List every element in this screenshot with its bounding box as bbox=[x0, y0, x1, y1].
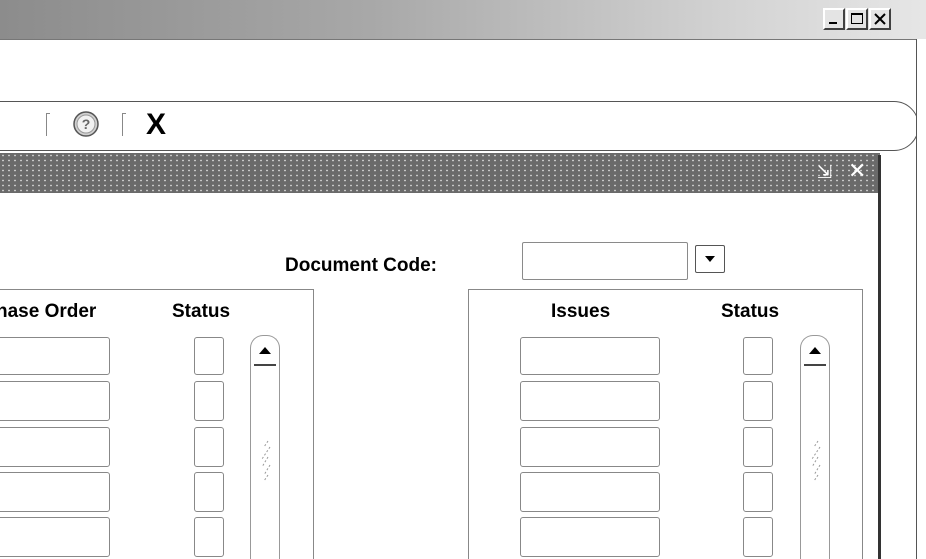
status-field-left[interactable] bbox=[194, 337, 224, 375]
purchase-order-field[interactable] bbox=[0, 427, 110, 467]
status-header-right: Status bbox=[721, 301, 780, 322]
status-field-left[interactable] bbox=[194, 472, 224, 512]
form-header bbox=[0, 153, 880, 193]
issues-field[interactable] bbox=[520, 472, 660, 512]
issues-field[interactable] bbox=[520, 381, 660, 421]
document-code-input[interactable] bbox=[522, 242, 688, 280]
toolbar-separator bbox=[46, 113, 50, 136]
status-field-right[interactable] bbox=[743, 517, 773, 557]
dropdown-arrow-icon bbox=[705, 256, 715, 262]
purchase-order-field[interactable] bbox=[0, 381, 110, 421]
issues-field[interactable] bbox=[520, 427, 660, 467]
issues-header: Issues bbox=[551, 301, 611, 322]
exit-button[interactable]: X bbox=[146, 107, 166, 143]
minimize-icon bbox=[829, 22, 837, 24]
document-code-label: Document Code: bbox=[285, 255, 437, 276]
purchase-order-field[interactable] bbox=[0, 517, 110, 557]
form-minimize-icon[interactable]: ⇲ bbox=[817, 160, 832, 184]
toolbar-separator bbox=[122, 113, 126, 136]
document-code-dropdown-button[interactable] bbox=[695, 245, 725, 273]
toolbar bbox=[0, 101, 919, 151]
status-field-right[interactable] bbox=[743, 472, 773, 512]
minimize-button[interactable] bbox=[823, 8, 845, 30]
close-icon bbox=[874, 13, 886, 25]
scroll-grip-icon bbox=[811, 440, 821, 482]
help-icon: ? bbox=[73, 111, 99, 137]
status-field-right[interactable] bbox=[743, 381, 773, 421]
scroll-grip-icon bbox=[261, 440, 271, 482]
status-field-left[interactable] bbox=[194, 427, 224, 467]
status-header-left: Status bbox=[172, 301, 231, 322]
help-button[interactable]: ? bbox=[72, 110, 100, 138]
form-close-icon[interactable]: ✕ bbox=[848, 158, 866, 184]
status-field-left[interactable] bbox=[194, 381, 224, 421]
maximize-icon bbox=[851, 13, 863, 24]
form-right-border bbox=[878, 155, 881, 559]
scroll-up-arrow-icon[interactable] bbox=[252, 341, 278, 371]
status-field-left[interactable] bbox=[194, 517, 224, 557]
svg-text:?: ? bbox=[82, 116, 91, 132]
purchase-order-field[interactable] bbox=[0, 337, 110, 375]
issues-field[interactable] bbox=[520, 337, 660, 375]
scroll-up-arrow-icon[interactable] bbox=[802, 341, 828, 371]
purchase-order-header: hase Order bbox=[0, 301, 97, 322]
close-button[interactable] bbox=[869, 8, 891, 30]
maximize-button[interactable] bbox=[846, 8, 868, 30]
status-field-right[interactable] bbox=[743, 337, 773, 375]
status-field-right[interactable] bbox=[743, 427, 773, 467]
purchase-order-field[interactable] bbox=[0, 472, 110, 512]
issues-field[interactable] bbox=[520, 517, 660, 557]
window-title-bar bbox=[0, 0, 926, 40]
window-right-border bbox=[916, 39, 926, 559]
